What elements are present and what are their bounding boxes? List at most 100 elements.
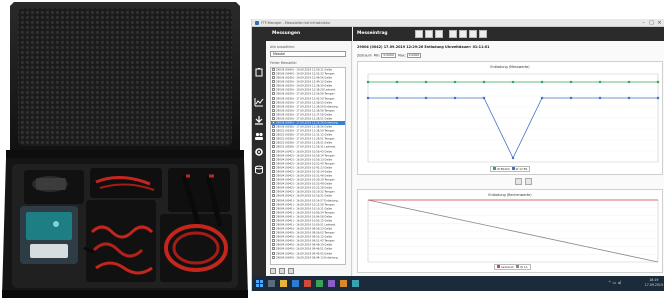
legend2-item2: W 1A — [520, 265, 528, 269]
row-checkbox[interactable] — [272, 72, 275, 76]
row-checkbox[interactable] — [272, 80, 275, 84]
zoom-in-button[interactable] — [515, 178, 522, 185]
row-checkbox[interactable] — [272, 129, 275, 133]
data-point — [453, 96, 457, 100]
row-checkbox[interactable] — [272, 149, 275, 153]
app-icon-orange[interactable] — [340, 280, 347, 287]
list-item[interactable]: 29039 (0039) - 17.09.2019 12:56:58 Tempa… — [271, 92, 345, 96]
row-checkbox[interactable] — [272, 84, 275, 88]
row-checkbox[interactable] — [272, 210, 275, 214]
print-icon[interactable] — [479, 30, 487, 38]
row-checkbox[interactable] — [272, 235, 275, 239]
data-point — [424, 96, 428, 100]
max-field[interactable]: 0,0000 — [406, 53, 422, 58]
maximize-icon[interactable]: □ — [648, 20, 655, 26]
chart1-legend: W BS40A W 12 BS — [490, 166, 531, 172]
data-point — [366, 80, 370, 84]
row-checkbox[interactable] — [272, 76, 275, 80]
row-checkbox[interactable] — [272, 218, 275, 222]
export-button[interactable] — [279, 268, 285, 274]
row-checkbox[interactable] — [272, 202, 275, 206]
database-icon[interactable] — [254, 165, 264, 175]
row-checkbox[interactable] — [272, 182, 275, 186]
row-checkbox[interactable] — [272, 206, 275, 210]
row-checkbox[interactable] — [272, 104, 275, 108]
row-checkbox[interactable] — [272, 88, 275, 92]
row-checkbox[interactable] — [272, 96, 275, 100]
chart-view-button[interactable] — [459, 30, 467, 38]
select-all-label: Alle auswählen: — [270, 45, 296, 49]
battery-icon[interactable] — [254, 67, 264, 77]
row-checkbox[interactable] — [272, 137, 275, 141]
row-checkbox[interactable] — [272, 222, 275, 226]
list-item[interactable]: 29004 (0041) - 16.09.2019 10:14:57 Entla… — [271, 198, 345, 203]
row-checkbox[interactable] — [272, 186, 275, 190]
row-checkbox[interactable] — [272, 157, 275, 161]
app-icon-red[interactable] — [304, 280, 311, 287]
print-button[interactable] — [288, 268, 294, 274]
row-checkbox[interactable] — [272, 121, 275, 125]
table-view-button[interactable] — [449, 30, 457, 38]
data-point — [482, 96, 486, 100]
row-label: 29004 (0041) - 16.09.2019 10:12:58 Tempa… — [276, 203, 335, 207]
row-checkbox[interactable] — [272, 125, 275, 129]
explorer-icon[interactable] — [280, 280, 287, 287]
zoom-out-button[interactable] — [525, 178, 532, 185]
row-checkbox[interactable] — [272, 174, 275, 178]
users-icon[interactable] — [254, 131, 264, 141]
measurement-select[interactable]: Messtel — [270, 51, 346, 57]
tray-icons[interactable]: ^ ▭ ◂) — [608, 280, 621, 285]
row-checkbox[interactable] — [272, 141, 275, 145]
row-checkbox[interactable] — [272, 194, 275, 198]
download-icon[interactable] — [254, 115, 264, 125]
refresh-button[interactable] — [435, 30, 443, 38]
row-checkbox[interactable] — [272, 112, 275, 116]
browser-icon[interactable] — [292, 280, 299, 287]
row-checkbox[interactable] — [272, 198, 275, 202]
close-icon[interactable]: × — [656, 20, 663, 26]
app-icon-purple[interactable] — [328, 280, 335, 287]
legend1-item1: W BS40A — [497, 167, 510, 171]
search-icon[interactable] — [268, 280, 275, 287]
list-item[interactable]: 28022 (0038) - 17.09.2019 11:28:31 Ladev… — [271, 145, 345, 149]
row-checkbox[interactable] — [272, 133, 275, 137]
row-checkbox[interactable] — [272, 231, 275, 235]
prev-button[interactable] — [415, 30, 423, 38]
row-checkbox[interactable] — [272, 92, 275, 96]
windows-start-icon[interactable] — [256, 280, 263, 287]
app-icon-green[interactable] — [316, 280, 323, 287]
row-checkbox[interactable] — [272, 190, 275, 194]
row-checkbox[interactable] — [272, 214, 275, 218]
row-checkbox[interactable] — [272, 116, 275, 120]
row-checkbox[interactable] — [272, 165, 275, 169]
carrying-case-photo — [0, 0, 250, 301]
row-label: 29039 (0039) - 17.09.2019 12:38:55 Gelbe — [276, 101, 333, 105]
panel-header: Messungen — [266, 27, 352, 41]
app-icon-teal[interactable] — [352, 280, 359, 287]
row-checkbox[interactable] — [272, 255, 275, 259]
row-checkbox[interactable] — [272, 161, 275, 165]
delete-button[interactable] — [270, 268, 276, 274]
row-checkbox[interactable] — [272, 145, 275, 149]
gear-icon[interactable] — [254, 147, 264, 157]
list-item[interactable]: 29004 (0040) - 16.09.2019 09:44:13 Entla… — [271, 255, 345, 260]
row-checkbox[interactable] — [272, 178, 275, 182]
row-checkbox[interactable] — [272, 239, 275, 243]
next-button[interactable] — [425, 30, 433, 38]
measurement-list[interactable]: 29039 (0040) - 19.09.2019 12:59:11 Gelbe… — [270, 67, 346, 265]
row-checkbox[interactable] — [272, 243, 275, 247]
row-checkbox[interactable] — [272, 169, 275, 173]
row-checkbox[interactable] — [272, 251, 275, 255]
row-checkbox[interactable] — [272, 227, 275, 231]
row-checkbox[interactable] — [272, 68, 275, 71]
row-checkbox[interactable] — [272, 247, 275, 251]
legend-swatch-green — [493, 167, 496, 171]
chart-icon[interactable] — [254, 97, 264, 107]
minimize-icon[interactable]: – — [640, 20, 647, 26]
data-point — [424, 80, 428, 84]
min-field[interactable]: 0,0000 — [381, 53, 396, 58]
row-checkbox[interactable] — [272, 100, 275, 104]
row-checkbox[interactable] — [272, 153, 275, 157]
report-button[interactable] — [469, 30, 477, 38]
row-checkbox[interactable] — [272, 108, 275, 112]
